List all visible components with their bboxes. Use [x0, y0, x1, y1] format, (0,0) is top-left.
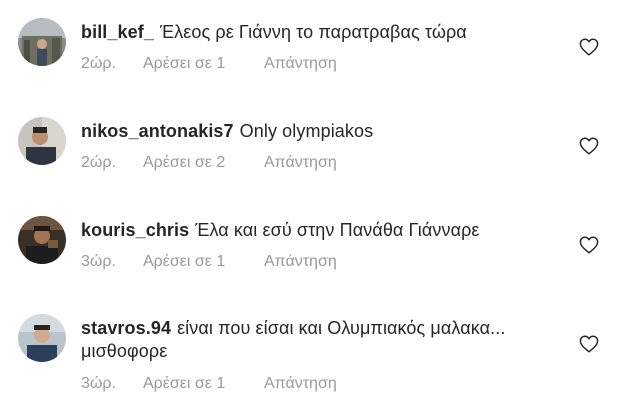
reply-button[interactable]: Απάντηση [264, 374, 337, 394]
comment-time[interactable]: 2ώρ. [81, 54, 143, 74]
comment-body: Only olympiakos [239, 121, 374, 141]
comment-time[interactable]: 3ώρ. [81, 374, 143, 394]
heart-outline-icon[interactable] [579, 137, 599, 155]
comment-username[interactable]: bill_kef_ [81, 22, 154, 42]
comment-time[interactable]: 2ώρ. [81, 153, 143, 173]
comment-text-line: nikos_antonakis7 Only olympiakos [81, 120, 561, 143]
reply-button[interactable]: Απάντηση [264, 54, 337, 74]
comment-meta: 3ώρ. Αρέσει σε 1 Απάντηση [81, 374, 337, 394]
avatar[interactable] [18, 18, 66, 66]
heart-outline-icon[interactable] [579, 38, 599, 56]
comment-text-line: kouris_chris Έλα και εσύ στην Πανάθα Γιάν… [81, 219, 561, 242]
comment-meta: 2ώρ. Αρέσει σε 2 Απάντηση [81, 153, 337, 173]
comment-likes[interactable]: Αρέσει σε 1 [143, 54, 264, 74]
heart-outline-icon[interactable] [579, 236, 599, 254]
comment-text-line: bill_kef_ Έλεος ρε Γιάννη το παρατραβας τ… [81, 21, 561, 44]
comment-username[interactable]: kouris_chris [81, 220, 189, 240]
comment-username[interactable]: nikos_antonakis7 [81, 121, 234, 141]
comment-meta: 3ώρ. Αρέσει σε 1 Απάντηση [81, 252, 337, 272]
avatar[interactable] [18, 314, 66, 362]
avatar[interactable] [18, 216, 66, 264]
comment-text-line: stavros.94 είναι που είσαι και Ολυμπιακός… [81, 317, 561, 363]
comment-username[interactable]: stavros.94 [81, 318, 171, 338]
comment-meta: 2ώρ. Αρέσει σε 1 Απάντηση [81, 54, 337, 74]
comment-likes[interactable]: Αρέσει σε 1 [143, 374, 264, 394]
comment-body: Έλεος ρε Γιάννη το παρατραβας τώρα [159, 22, 467, 42]
reply-button[interactable]: Απάντηση [264, 153, 337, 173]
heart-outline-icon[interactable] [579, 335, 599, 353]
avatar[interactable] [18, 117, 66, 165]
reply-button[interactable]: Απάντηση [264, 252, 337, 272]
comment-likes[interactable]: Αρέσει σε 2 [143, 153, 264, 173]
comment-likes[interactable]: Αρέσει σε 1 [143, 252, 264, 272]
comment-body: Έλα και εσύ στην Πανάθα Γιάνναρε [195, 220, 480, 240]
comment-time[interactable]: 3ώρ. [81, 252, 143, 272]
